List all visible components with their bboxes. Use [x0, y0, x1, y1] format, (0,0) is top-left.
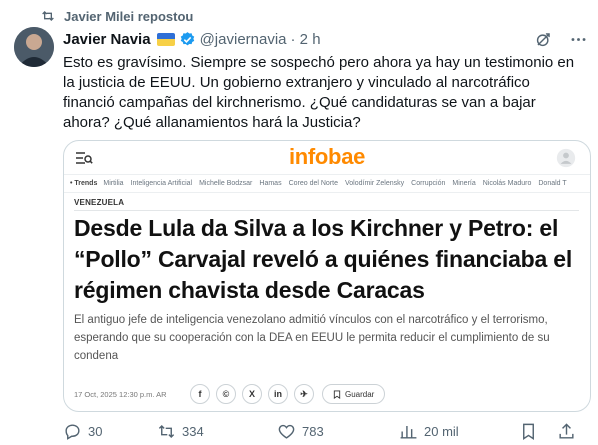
- facebook-icon: f: [190, 384, 210, 404]
- trend-item: Coreo del Norte: [288, 180, 338, 187]
- trends-label: • Trends: [70, 180, 98, 187]
- reply-icon: [65, 423, 80, 440]
- article-summary: El antiguo jefe de inteligencia venezola…: [74, 314, 550, 362]
- repost-count: 334: [182, 423, 204, 439]
- save-button: Guardar: [322, 384, 386, 404]
- tweet-header: Javier Navia @javiernavia · 2 h: [63, 28, 588, 50]
- grok-icon[interactable]: [534, 30, 553, 49]
- trend-item: Minería: [452, 180, 476, 187]
- trend-item: Corrupción: [411, 180, 446, 187]
- author-handle[interactable]: @javiernavia: [200, 31, 287, 48]
- section-label: VENEZUELA: [74, 198, 125, 207]
- reply-count: 30: [88, 423, 103, 439]
- trend-item: Mirtilia: [103, 180, 124, 187]
- bookmark-icon: [523, 423, 534, 440]
- avatar[interactable]: [14, 27, 54, 67]
- trends-bar: • Trends Mirtilia Inteligencia Artificia…: [64, 175, 590, 193]
- save-label: Guardar: [345, 389, 375, 399]
- ukraine-flag-icon: [156, 32, 175, 46]
- repost-indicator[interactable]: Javier Milei repostou: [40, 6, 193, 26]
- divider: [74, 210, 579, 211]
- like-button[interactable]: 783: [277, 422, 399, 441]
- analytics-icon: [400, 425, 417, 439]
- whatsapp-icon: ©: [216, 384, 236, 404]
- trend-item: Donald T: [538, 180, 567, 187]
- share-buttons: f © X in ✈ Guardar: [190, 384, 386, 404]
- site-logo: infobae: [288, 144, 366, 169]
- share-button[interactable]: [557, 422, 576, 441]
- trend-item: Michelle Bodzsar: [199, 180, 253, 187]
- view-count: 20 mil: [424, 423, 459, 439]
- telegram-icon: ✈: [294, 384, 314, 404]
- trend-item: Volodímir Zelensky: [345, 180, 405, 187]
- site-header: infobae: [64, 141, 590, 175]
- trend-item: Hamas: [259, 180, 282, 187]
- more-options-icon[interactable]: [569, 30, 588, 49]
- share-icon: [559, 422, 574, 439]
- repost-icon: [42, 11, 54, 21]
- heart-icon: [278, 424, 295, 439]
- verified-badge-icon: [180, 31, 194, 45]
- link-preview-card[interactable]: infobae • Trends Mirtilia Inteligencia A…: [63, 140, 591, 412]
- trend-item: Inteligencia Artificial: [130, 180, 193, 187]
- repost-label: Javier Milei repostou: [64, 8, 194, 24]
- tweet-actions: 30 334 783 20 mil: [63, 421, 591, 441]
- like-count: 783: [302, 423, 324, 439]
- trend-item: Nicolás Maduro: [482, 180, 532, 187]
- repost-button[interactable]: 334: [157, 422, 277, 441]
- article-date: 17 Oct, 2025 12:30 p.m. AR: [74, 390, 167, 399]
- author-name[interactable]: Javier Navia: [63, 31, 151, 48]
- bookmark-button[interactable]: [519, 422, 557, 441]
- reply-button[interactable]: 30: [63, 422, 157, 441]
- repost-icon: [158, 424, 175, 438]
- bookmark-icon: [333, 389, 341, 399]
- search-icon: [556, 148, 576, 168]
- x-icon: X: [242, 384, 262, 404]
- article-headline: Desde Lula da Silva a los Kirchner y Pet…: [74, 215, 573, 303]
- tweet-time[interactable]: · 2 h: [291, 31, 321, 48]
- views-button[interactable]: 20 mil: [399, 422, 519, 441]
- linkedin-icon: in: [268, 384, 288, 404]
- tweet-text: Esto es gravísimo. Siempre se sospechó p…: [63, 54, 575, 131]
